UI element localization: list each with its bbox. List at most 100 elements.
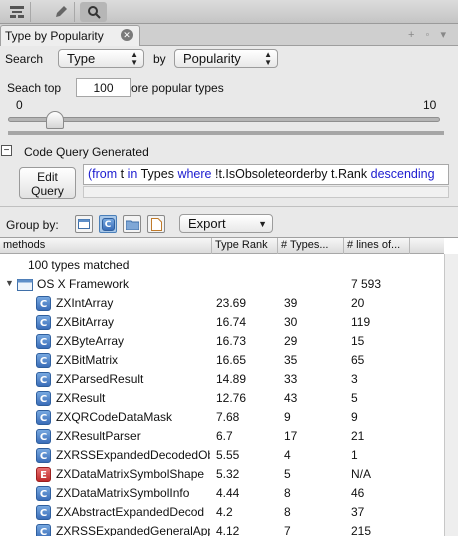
framework-name: OS X Framework	[37, 277, 130, 291]
tab-type-by-popularity[interactable]: Type by Popularity ✕	[0, 25, 140, 46]
framework-row[interactable]: ▼ OS X Framework 7 593	[0, 275, 444, 294]
type-rank: 16.73	[216, 334, 247, 348]
vertical-scrollbar[interactable]	[444, 254, 458, 536]
query-text-field[interactable]: (from t in Types where !t.IsObsoleteorde…	[83, 164, 449, 185]
type-count: 8	[284, 505, 291, 519]
popular-types-label: ore popular types	[131, 81, 224, 95]
class-icon: C	[36, 410, 51, 425]
table-row[interactable]: E ZXDataMatrixSymbolShape 5.32 5 N/A	[0, 465, 444, 484]
slider-track[interactable]	[8, 117, 440, 122]
type-name: ZXAbstractExpandedDecod	[56, 505, 205, 519]
table-row[interactable]: C ZXParsedResult 14.89 33 3	[0, 370, 444, 389]
query-keyword: in	[127, 167, 138, 181]
class-icon: C	[36, 296, 51, 311]
search-icon[interactable]	[80, 2, 107, 22]
type-rank: 6.7	[216, 429, 233, 443]
results-grid: methods Type Rank # Types... # lines of.…	[0, 237, 458, 536]
enum-icon: E	[36, 467, 51, 482]
type-name: ZXBitArray	[56, 315, 115, 329]
type-name: ZXBitMatrix	[56, 353, 119, 367]
collapse-icon[interactable]: −	[1, 145, 12, 156]
table-row[interactable]: C ZXByteArray 16.73 29 15	[0, 332, 444, 351]
table-row[interactable]: C ZXQRCodeDataMask 7.68 9 9	[0, 408, 444, 427]
table-row[interactable]: C ZXAbstractExpandedDecod 4.2 8 37	[0, 503, 444, 522]
table-row[interactable]: C ZXResult 12.76 43 5	[0, 389, 444, 408]
document-icon[interactable]	[147, 215, 165, 233]
window-icon[interactable]	[75, 215, 93, 233]
lines-count: 37	[351, 505, 365, 519]
type-count: 39	[284, 296, 298, 310]
type-name: ZXIntArray	[56, 296, 114, 310]
code-query-title: Code Query Generated	[24, 145, 149, 159]
divider	[0, 206, 458, 207]
panel-tools-icons[interactable]: + ◦ ▾	[408, 28, 450, 41]
type-count: 33	[284, 372, 298, 386]
slider-min-label: 0	[16, 98, 23, 112]
hierarchy-icon[interactable]	[4, 2, 31, 22]
tab-bar: Type by Popularity ✕ + ◦ ▾	[0, 24, 458, 46]
by-select[interactable]: Popularity ▲ ▼	[174, 49, 278, 68]
framework-lines: 7 593	[351, 277, 382, 291]
class-icon: C	[36, 315, 51, 330]
type-name: ZXDataMatrixSymbolInfo	[56, 486, 190, 500]
folder-icon[interactable]	[123, 215, 141, 233]
by-label: by	[153, 52, 166, 66]
class-icon: C	[36, 353, 51, 368]
query-keyword: where	[177, 167, 212, 181]
type-count: 30	[284, 315, 298, 329]
export-dropdown[interactable]: Export ▼	[179, 214, 273, 233]
close-icon[interactable]: ✕	[121, 29, 133, 41]
lines-count: 9	[351, 410, 358, 424]
type-name: ZXResultParser	[56, 429, 141, 443]
column-header-type-rank[interactable]: Type Rank	[212, 238, 278, 254]
column-header-methods[interactable]: methods	[0, 238, 212, 254]
query-keyword: (from	[88, 167, 118, 181]
class-icon: C	[36, 524, 51, 536]
type-rank: 4.44	[216, 486, 240, 500]
grid-header: methods Type Rank # Types... # lines of.…	[0, 238, 444, 254]
type-count: 4	[284, 448, 291, 462]
slider-max-label: 10	[423, 98, 437, 112]
type-name: ZXRSSExpandedDecodedOb	[56, 448, 210, 462]
table-row[interactable]: C ZXBitArray 16.74 30 119	[0, 313, 444, 332]
type-count: 5	[284, 467, 291, 481]
table-row[interactable]: C ZXDataMatrixSymbolInfo 4.44 8 46	[0, 484, 444, 503]
lines-count: 46	[351, 486, 365, 500]
table-row[interactable]: C ZXRSSExpandedDecodedOb 5.55 4 1	[0, 446, 444, 465]
type-rank: 5.55	[216, 448, 240, 462]
lines-count: 119	[351, 315, 371, 329]
table-row[interactable]: C ZXRSSExpandedGeneralApp 4.12 7 215	[0, 522, 444, 536]
type-count: 17	[284, 429, 298, 443]
edit-query-button[interactable]: Edit Query	[19, 167, 76, 199]
type-rank: 14.89	[216, 372, 247, 386]
type-rank: 12.76	[216, 391, 247, 405]
table-row[interactable]: C ZXResultParser 6.7 17 21	[0, 427, 444, 446]
class-icon: C	[36, 391, 51, 406]
select-arrows-icon: ▲ ▼	[264, 50, 272, 67]
lines-count: 65	[351, 353, 365, 367]
matched-count: 100 types matched	[28, 258, 130, 272]
pencil-icon[interactable]	[48, 2, 75, 22]
type-count: 9	[284, 410, 291, 424]
type-rank: 23.69	[216, 296, 247, 310]
column-header-types[interactable]: # Types...	[278, 238, 344, 254]
type-count: 43	[284, 391, 298, 405]
search-type-select[interactable]: Type ▲ ▼	[58, 49, 144, 68]
disclosure-triangle-icon[interactable]: ▼	[5, 278, 14, 288]
top-toolbar	[0, 0, 458, 24]
splitter[interactable]	[8, 131, 444, 135]
type-rank: 4.2	[216, 505, 233, 519]
edit-query-label-1: Edit	[37, 170, 58, 184]
top-count-input[interactable]: 100	[76, 78, 131, 97]
table-row[interactable]: C ZXIntArray 23.69 39 20	[0, 294, 444, 313]
class-icon[interactable]: C	[99, 215, 117, 233]
lines-count: 21	[351, 429, 365, 443]
table-row[interactable]: C ZXBitMatrix 16.65 35 65	[0, 351, 444, 370]
search-type-value: Type	[67, 51, 96, 66]
type-count: 8	[284, 486, 291, 500]
query-scrollbar[interactable]	[83, 186, 449, 198]
lines-count: 20	[351, 296, 365, 310]
column-header-lines[interactable]: # lines of...	[344, 238, 410, 254]
slider-thumb[interactable]	[46, 111, 64, 129]
tab-title: Type by Popularity	[5, 29, 104, 43]
